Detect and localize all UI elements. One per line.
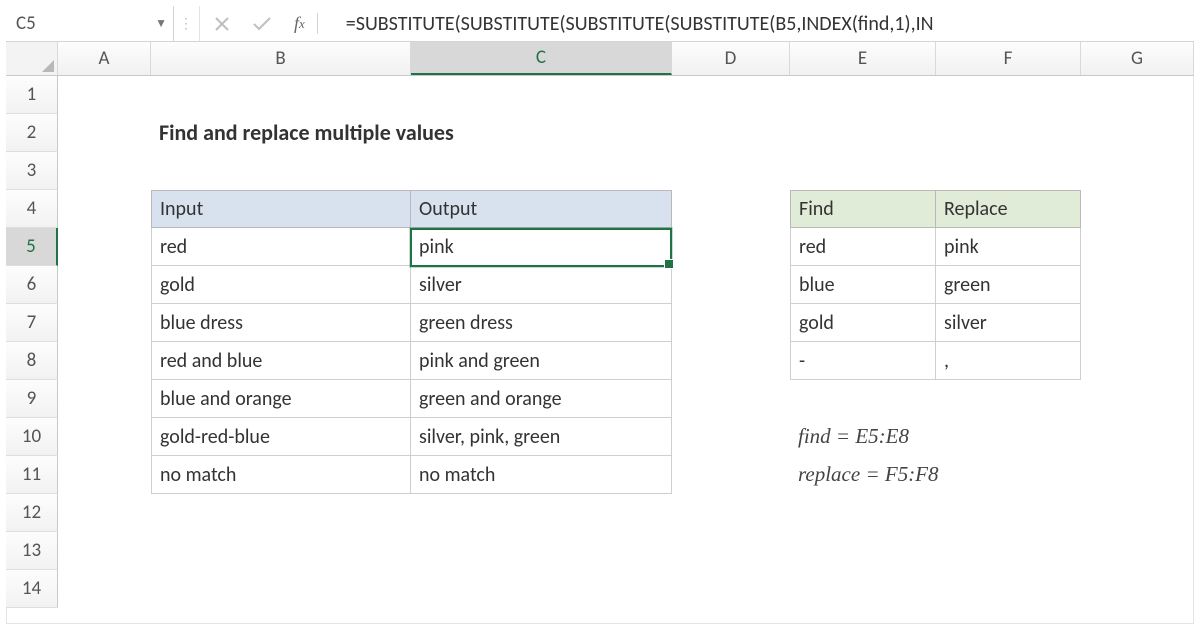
row-header-12[interactable]: 12 (6, 494, 58, 532)
separator: ⋮ (174, 6, 200, 41)
cell-B7[interactable]: blue dress (151, 304, 411, 342)
spreadsheet-grid[interactable]: A B C D E F G 1 2 Find and replace multi… (6, 42, 1194, 608)
row-header-10[interactable]: 10 (6, 418, 58, 456)
col-header-C[interactable]: C (411, 42, 672, 75)
cell-C11[interactable]: no match (411, 456, 672, 494)
header-input[interactable]: Input (151, 190, 411, 228)
cell-E5[interactable]: red (790, 228, 936, 266)
cell-F5[interactable]: pink (936, 228, 1081, 266)
row-header-13[interactable]: 13 (6, 532, 58, 570)
cell-C9[interactable]: green and orange (411, 380, 672, 418)
row-header-3[interactable]: 3 (6, 152, 58, 190)
cell-F6[interactable]: green (936, 266, 1081, 304)
col-header-F[interactable]: F (936, 42, 1081, 75)
col-header-A[interactable]: A (58, 42, 151, 75)
note-replace: replace = F5:F8 (790, 456, 1081, 494)
row-header-2[interactable]: 2 (6, 114, 58, 152)
formula-bar: C5 ▼ ⋮ fx =SUBSTITUTE(SUBSTITUTE(SUBSTIT… (6, 6, 1194, 42)
row-header-9[interactable]: 9 (6, 380, 58, 418)
chevron-down-icon[interactable]: ▼ (155, 16, 167, 31)
note-find: find = E5:E8 (790, 418, 1081, 456)
cell-E8[interactable]: - (790, 342, 936, 380)
header-replace[interactable]: Replace (936, 190, 1081, 228)
page-title: Find and replace multiple values (151, 114, 790, 152)
cell-C10[interactable]: silver, pink, green (411, 418, 672, 456)
name-box-value: C5 (16, 12, 36, 35)
cell-C6[interactable]: silver (411, 266, 672, 304)
header-find[interactable]: Find (790, 190, 936, 228)
cell-B9[interactable]: blue and orange (151, 380, 411, 418)
cell-B11[interactable]: no match (151, 456, 411, 494)
col-header-B[interactable]: B (151, 42, 411, 75)
cell-E7[interactable]: gold (790, 304, 936, 342)
cell-C5[interactable]: pink (411, 228, 672, 266)
row-header-8[interactable]: 8 (6, 342, 58, 380)
cell-F8[interactable]: , (936, 342, 1081, 380)
col-header-E[interactable]: E (790, 42, 936, 75)
cell-E6[interactable]: blue (790, 266, 936, 304)
row-header-6[interactable]: 6 (6, 266, 58, 304)
col-header-G[interactable]: G (1081, 42, 1194, 75)
cancel-icon[interactable] (214, 16, 230, 32)
cell-C8[interactable]: pink and green (411, 342, 672, 380)
formula-text: =SUBSTITUTE(SUBSTITUTE(SUBSTITUTE(SUBSTI… (346, 12, 934, 36)
cell-B5[interactable]: red (151, 228, 411, 266)
cell-B6[interactable]: gold (151, 266, 411, 304)
col-header-D[interactable]: D (672, 42, 790, 75)
row-header-5[interactable]: 5 (6, 228, 58, 266)
row-header-1[interactable]: 1 (6, 76, 58, 114)
header-output[interactable]: Output (411, 190, 672, 228)
row-header-4[interactable]: 4 (6, 190, 58, 228)
cell-B10[interactable]: gold-red-blue (151, 418, 411, 456)
row-header-14[interactable]: 14 (6, 570, 58, 608)
cell-C7[interactable]: green dress (411, 304, 672, 342)
row-header-7[interactable]: 7 (6, 304, 58, 342)
check-icon[interactable] (252, 16, 272, 32)
select-all-corner[interactable] (6, 42, 58, 75)
column-headers: A B C D E F G (6, 42, 1194, 76)
grid-rows: 1 2 Find and replace multiple values 3 4… (6, 76, 1194, 608)
row-header-11[interactable]: 11 (6, 456, 58, 494)
cell-F7[interactable]: silver (936, 304, 1081, 342)
formula-input[interactable]: =SUBSTITUTE(SUBSTITUTE(SUBSTITUTE(SUBSTI… (332, 6, 1194, 41)
formula-bar-actions: fx (200, 6, 332, 41)
name-box[interactable]: C5 ▼ (6, 6, 174, 41)
fx-icon[interactable]: fx (294, 13, 318, 34)
cell-B8[interactable]: red and blue (151, 342, 411, 380)
